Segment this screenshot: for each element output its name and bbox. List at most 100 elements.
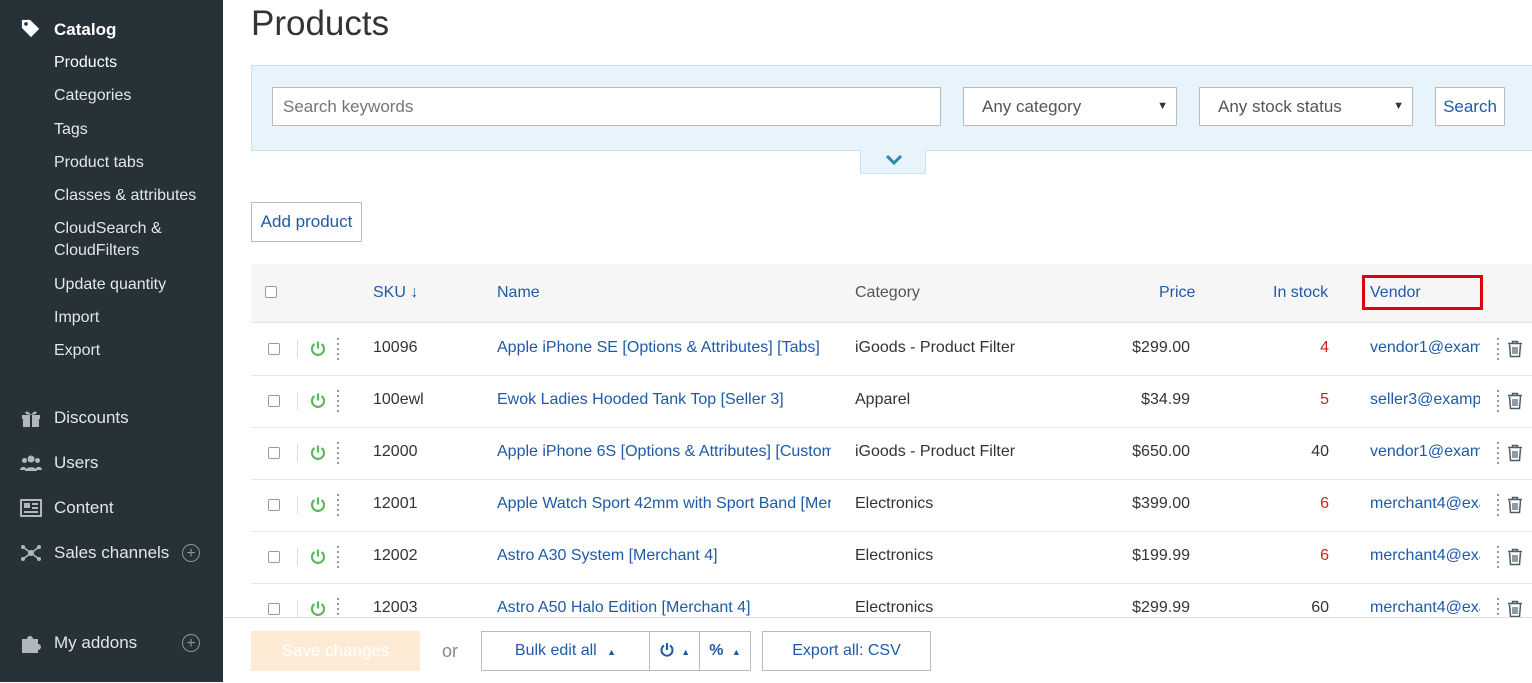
- row-sku: 12000: [373, 443, 418, 460]
- power-icon[interactable]: [309, 600, 327, 618]
- row-in-stock[interactable]: 60: [1250, 599, 1329, 617]
- page-title: Products: [251, 4, 390, 43]
- row-menu-icon[interactable]: [337, 338, 339, 360]
- expand-filters-toggle[interactable]: [860, 150, 926, 174]
- row-vendor-link[interactable]: vendor1@example.com: [1370, 443, 1480, 461]
- row-in-stock[interactable]: 5: [1250, 391, 1329, 409]
- sidebar-item-classes-attributes[interactable]: Classes & attributes: [54, 186, 196, 205]
- row-vendor-link[interactable]: vendor1@example.com: [1370, 339, 1480, 357]
- sidebar-item-discounts[interactable]: Discounts: [54, 408, 129, 428]
- row-actions-icon[interactable]: [1497, 390, 1499, 412]
- stock-status-select[interactable]: Any stock status ▼: [1199, 87, 1413, 126]
- sidebar-catalog[interactable]: Catalog: [54, 20, 116, 40]
- row-price[interactable]: $650.00: [1100, 443, 1190, 461]
- column-sku[interactable]: SKU ↓: [373, 284, 418, 302]
- row-vendor-link[interactable]: merchant4@example.com: [1370, 599, 1480, 617]
- search-button[interactable]: Search: [1435, 87, 1505, 126]
- export-all-csv-button[interactable]: Export all: CSV: [762, 631, 931, 671]
- sidebar-item-categories[interactable]: Categories: [54, 86, 131, 105]
- sidebar-item-products[interactable]: Products: [54, 53, 117, 72]
- row-divider: [297, 392, 298, 410]
- row-name-link[interactable]: Apple iPhone 6S [Options & Attributes] […: [497, 443, 831, 461]
- row-name-link[interactable]: Astro A30 System [Merchant 4]: [497, 547, 831, 565]
- select-all-checkbox[interactable]: [265, 286, 277, 298]
- users-icon: [20, 455, 42, 471]
- row-actions-icon[interactable]: [1497, 546, 1499, 568]
- row-price[interactable]: $399.00: [1100, 495, 1190, 513]
- save-changes-button[interactable]: Save changes: [251, 631, 420, 671]
- row-checkbox[interactable]: [268, 603, 280, 615]
- sales-channels-icon: [21, 545, 41, 561]
- row-in-stock[interactable]: 40: [1250, 443, 1329, 461]
- trash-icon[interactable]: [1507, 496, 1523, 514]
- row-name-link[interactable]: Ewok Ladies Hooded Tank Top [Seller 3]: [497, 391, 831, 409]
- sidebar-item-export[interactable]: Export: [54, 341, 100, 360]
- row-checkbox[interactable]: [268, 499, 280, 511]
- column-in-stock[interactable]: In stock: [1273, 284, 1328, 302]
- row-vendor-link[interactable]: merchant4@example.com: [1370, 495, 1480, 513]
- sidebar-item-cloudsearch[interactable]: CloudSearch &: [54, 219, 162, 238]
- add-product-button[interactable]: Add product: [251, 202, 362, 242]
- row-name-link[interactable]: Apple Watch Sport 42mm with Sport Band […: [497, 495, 831, 513]
- row-in-stock[interactable]: 4: [1250, 339, 1329, 357]
- search-input[interactable]: [272, 87, 941, 126]
- trash-icon[interactable]: [1507, 600, 1523, 618]
- column-price[interactable]: Price: [1159, 284, 1195, 302]
- row-price[interactable]: $199.99: [1100, 547, 1190, 565]
- sidebar-item-my-addons[interactable]: My addons: [54, 633, 137, 653]
- row-sku: 100ewl: [373, 391, 424, 408]
- power-icon[interactable]: [309, 392, 327, 410]
- row-in-stock[interactable]: 6: [1250, 547, 1329, 565]
- row-name-link[interactable]: Astro A50 Halo Edition [Merchant 4]: [497, 599, 831, 617]
- row-checkbox[interactable]: [268, 447, 280, 459]
- row-price[interactable]: $299.99: [1100, 599, 1190, 617]
- row-vendor-link[interactable]: merchant4@example.com: [1370, 547, 1480, 565]
- row-in-stock[interactable]: 6: [1250, 495, 1329, 513]
- trash-icon[interactable]: [1507, 548, 1523, 566]
- row-actions-icon[interactable]: [1497, 442, 1499, 464]
- add-addon-icon[interactable]: +: [182, 634, 200, 652]
- sidebar-item-cloudfilters[interactable]: CloudFilters: [54, 241, 139, 260]
- bulk-percent-button[interactable]: % ▲: [699, 631, 751, 671]
- row-divider: [297, 548, 298, 566]
- row-vendor-link[interactable]: seller3@example.com: [1370, 391, 1480, 409]
- sidebar-item-tags[interactable]: Tags: [54, 120, 88, 139]
- row-checkbox[interactable]: [268, 343, 280, 355]
- percent-icon: %: [709, 642, 724, 659]
- or-label: or: [442, 641, 459, 661]
- column-name[interactable]: Name: [497, 284, 540, 302]
- add-sales-channel-icon[interactable]: +: [182, 544, 200, 562]
- power-icon[interactable]: [309, 496, 327, 514]
- row-price[interactable]: $34.99: [1100, 391, 1190, 409]
- row-checkbox[interactable]: [268, 395, 280, 407]
- row-menu-icon[interactable]: [337, 442, 339, 464]
- row-category: Electronics: [855, 495, 934, 512]
- column-category: Category: [855, 284, 920, 301]
- caret-up-icon: ▲: [607, 647, 617, 657]
- row-menu-icon[interactable]: [337, 494, 339, 516]
- trash-icon[interactable]: [1507, 392, 1523, 410]
- row-actions-icon[interactable]: [1497, 338, 1499, 360]
- power-icon[interactable]: [309, 444, 327, 462]
- sidebar-item-sales-channels[interactable]: Sales channels: [54, 543, 169, 563]
- power-icon[interactable]: [309, 340, 327, 358]
- sidebar-item-users[interactable]: Users: [54, 453, 98, 473]
- gift-icon: [22, 411, 40, 427]
- row-checkbox[interactable]: [268, 551, 280, 563]
- bulk-status-button[interactable]: ▲: [649, 631, 700, 671]
- bulk-edit-all-button[interactable]: Bulk edit all ▲: [481, 631, 650, 671]
- trash-icon[interactable]: [1507, 340, 1523, 358]
- row-actions-icon[interactable]: [1497, 494, 1499, 516]
- row-divider: [297, 600, 298, 618]
- power-icon[interactable]: [309, 548, 327, 566]
- row-name-link[interactable]: Apple iPhone SE [Options & Attributes] […: [497, 339, 831, 357]
- sidebar-item-content[interactable]: Content: [54, 498, 114, 518]
- row-menu-icon[interactable]: [337, 390, 339, 412]
- trash-icon[interactable]: [1507, 444, 1523, 462]
- sidebar-item-product-tabs[interactable]: Product tabs: [54, 153, 144, 172]
- sidebar-item-update-quantity[interactable]: Update quantity: [54, 275, 166, 294]
- category-select[interactable]: Any category ▼: [963, 87, 1177, 126]
- sidebar-item-import[interactable]: Import: [54, 308, 99, 327]
- row-price[interactable]: $299.00: [1100, 339, 1190, 357]
- row-menu-icon[interactable]: [337, 546, 339, 568]
